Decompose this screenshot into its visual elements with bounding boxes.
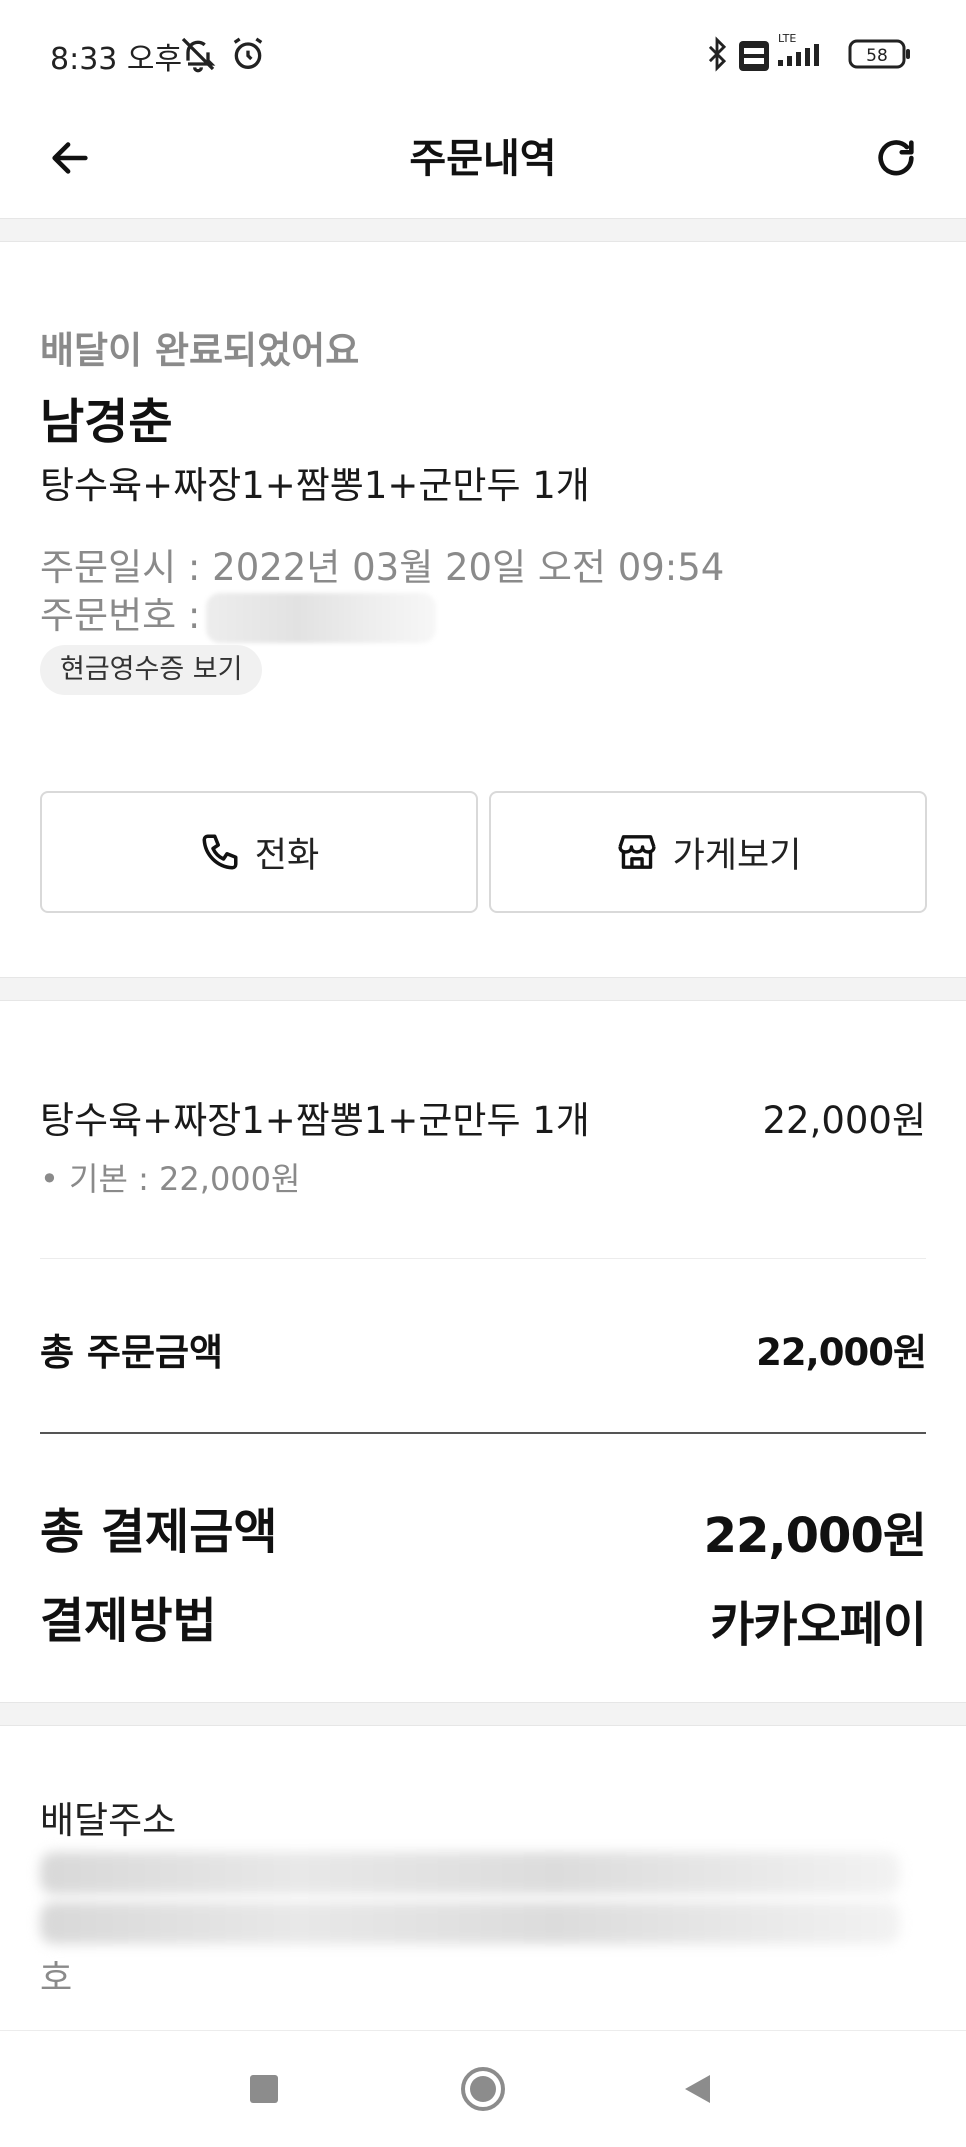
address-redacted — [40, 1902, 900, 1944]
order-detail-screen: 8:33 오후 LTE 58 주문내역 배달이 완료되었어요 남경춘 탕수육+짜… — [0, 0, 966, 2147]
order-date: 주문일시 : 2022년 03월 20일 오전 09:54 — [40, 546, 725, 589]
home-button[interactable] — [453, 2059, 513, 2119]
signal-icon: LTE — [776, 30, 836, 74]
item-option-text: 기본 : 22,000원 — [69, 1160, 301, 1198]
mute-bell-icon — [178, 34, 218, 78]
status-time: 8:33 오후 — [50, 42, 183, 77]
call-button-label: 전화 — [254, 835, 320, 876]
address-redacted — [40, 1852, 900, 1894]
refresh-button[interactable] — [866, 128, 926, 188]
store-icon — [617, 835, 656, 869]
payment-method-label: 결제방법 — [40, 1593, 217, 1649]
payment-method-value: 카카오페이 — [710, 1597, 927, 1653]
refresh-icon — [878, 140, 914, 176]
delivery-address-label: 배달주소 — [40, 1799, 177, 1842]
order-total-label: 총 주문금액 — [40, 1331, 224, 1374]
bluetooth-icon — [700, 34, 734, 78]
order-number-redacted — [206, 592, 437, 643]
order-total-value: 22,000원 — [756, 1331, 927, 1374]
order-menu-summary: 탕수육+짜장1+짬뽕1+군만두 1개 — [40, 464, 590, 507]
app-header: 주문내역 — [0, 108, 966, 218]
view-store-label: 가게보기 — [672, 835, 802, 876]
square-icon — [250, 2075, 278, 2103]
svg-text:LTE: LTE — [778, 32, 796, 45]
page-title: 주문내역 — [409, 136, 557, 182]
circle-icon — [461, 2067, 505, 2111]
battery-icon: 58 — [848, 38, 912, 74]
section-divider — [0, 218, 966, 242]
system-nav-bar — [0, 2030, 966, 2147]
item-name: 탕수육+짜장1+짬뽕1+군만두 1개 — [40, 1099, 590, 1142]
item-option: • 기본 : 22,000원 — [40, 1154, 300, 1200]
section-divider — [0, 1702, 966, 1726]
address-tail: 호 — [40, 1959, 73, 1999]
order-number-label: 주문번호 : — [40, 594, 201, 637]
alarm-icon — [228, 34, 268, 78]
back-nav-button[interactable] — [667, 2059, 727, 2119]
section-divider — [0, 977, 966, 1001]
triangle-back-icon — [685, 2075, 710, 2103]
bullet-icon: • — [40, 1160, 70, 1198]
order-status-message: 배달이 완료되었어요 — [40, 329, 360, 372]
divider — [40, 1432, 926, 1434]
recent-apps-button[interactable] — [234, 2059, 294, 2119]
payment-total-label: 총 결제금액 — [40, 1504, 278, 1560]
status-bar: 8:33 오후 LTE 58 — [0, 0, 966, 108]
svg-text:58: 58 — [866, 46, 888, 66]
payment-total-value: 22,000원 — [703, 1508, 927, 1564]
phone-icon — [202, 834, 238, 870]
volte-icon — [738, 40, 770, 76]
view-store-button[interactable]: 가게보기 — [489, 791, 927, 913]
store-name: 남경춘 — [40, 394, 173, 450]
call-button[interactable]: 전화 — [40, 791, 478, 913]
order-number-row: 주문번호 : — [40, 585, 437, 643]
divider — [40, 1258, 926, 1259]
item-price: 22,000원 — [762, 1099, 926, 1142]
cash-receipt-button[interactable]: 현금영수증 보기 — [40, 645, 263, 695]
